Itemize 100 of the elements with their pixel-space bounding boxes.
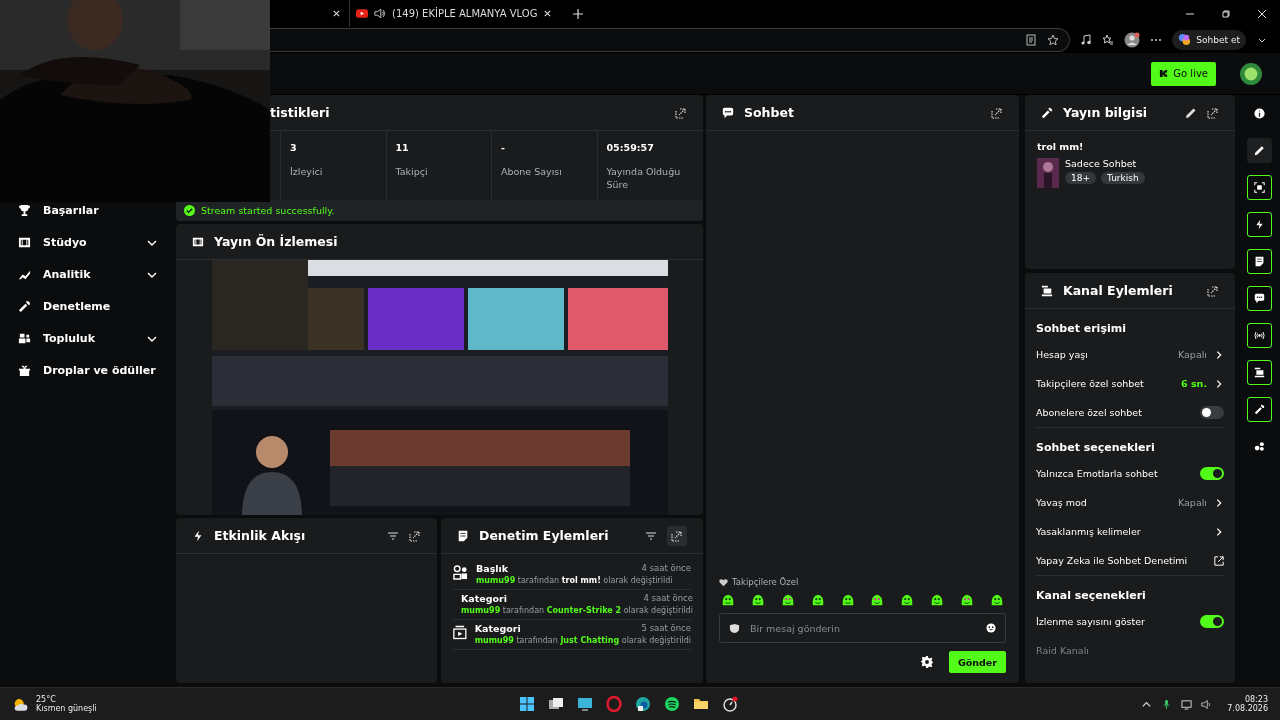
sidebar-item[interactable]: Droplar ve ödüller bbox=[0, 363, 176, 379]
reader-icon[interactable] bbox=[1025, 33, 1038, 46]
chat-icon bbox=[1253, 293, 1265, 305]
popout-icon[interactable] bbox=[667, 525, 687, 546]
external-link-icon[interactable] bbox=[1214, 555, 1224, 566]
filter-icon[interactable] bbox=[645, 529, 657, 542]
favorites-icon[interactable] bbox=[1102, 33, 1115, 46]
setting-label[interactable]: Yalnızca Emotlarla sohbet bbox=[1036, 468, 1193, 480]
copilot-icon bbox=[1178, 33, 1192, 47]
sidebar-item[interactable]: Topluluk bbox=[0, 331, 176, 347]
chat-button[interactable] bbox=[1246, 286, 1272, 312]
k-logo-icon bbox=[1159, 69, 1169, 78]
chevron-right-icon[interactable] bbox=[1214, 378, 1224, 389]
setting-label[interactable]: İzlenme sayısını göster bbox=[1036, 616, 1193, 628]
channel-button[interactable] bbox=[1246, 360, 1272, 386]
avatar[interactable] bbox=[1240, 62, 1262, 85]
sidebar-item[interactable]: Başarılar bbox=[0, 203, 176, 219]
new-tab-icon[interactable] bbox=[572, 7, 585, 20]
section-heading: Kanal seçenekleri bbox=[1036, 587, 1147, 604]
emote-icon[interactable] bbox=[721, 593, 735, 608]
pencil-button[interactable] bbox=[1246, 138, 1272, 164]
bolt-button[interactable] bbox=[1246, 212, 1272, 238]
popout-icon[interactable] bbox=[675, 106, 687, 119]
person-card-icon bbox=[453, 565, 468, 581]
restore-icon[interactable] bbox=[1221, 8, 1231, 19]
pencil-icon[interactable] bbox=[1185, 106, 1197, 119]
speaker-icon[interactable] bbox=[1201, 698, 1213, 710]
speaker-icon[interactable] bbox=[374, 8, 386, 19]
note-icon bbox=[1253, 256, 1265, 268]
sidebar-item[interactable]: Denetleme bbox=[0, 299, 176, 315]
emote-icon[interactable] bbox=[840, 593, 855, 608]
setting-label[interactable]: Yapay Zeka ile Sohbet Denetimi bbox=[1036, 555, 1207, 567]
stat-label: Takipçi bbox=[395, 165, 429, 179]
message-field[interactable]: Bir mesaj gönderin bbox=[719, 613, 1006, 644]
setting-label[interactable]: Yavaş mod bbox=[1036, 497, 1171, 509]
clock-date[interactable]: 7.08.2026 bbox=[1227, 704, 1268, 714]
note-button[interactable] bbox=[1246, 249, 1272, 275]
close-icon[interactable] bbox=[1257, 8, 1267, 19]
emote-icon[interactable] bbox=[870, 593, 885, 608]
sidebar-item[interactable]: Stüdyo bbox=[0, 235, 176, 251]
copilot-button[interactable]: Sohbet et bbox=[1172, 29, 1246, 50]
setting-label[interactable]: Yasaklanmış kelimeler bbox=[1036, 526, 1207, 538]
profile-icon[interactable] bbox=[1124, 31, 1141, 48]
wrench-button[interactable] bbox=[1246, 397, 1272, 423]
network-icon[interactable] bbox=[1181, 698, 1193, 710]
gauge-icon[interactable] bbox=[721, 696, 738, 713]
emote-icon[interactable] bbox=[780, 593, 795, 608]
star-icon[interactable] bbox=[1047, 33, 1060, 46]
popout-icon[interactable] bbox=[991, 106, 1003, 119]
popout-icon[interactable] bbox=[1207, 284, 1219, 297]
setting-label[interactable]: Abonelere özel sohbet bbox=[1036, 407, 1193, 419]
go-live-button[interactable]: Go live bbox=[1151, 61, 1216, 86]
filter-icon[interactable] bbox=[387, 529, 399, 542]
emote-icon[interactable] bbox=[960, 593, 974, 608]
emote-icon[interactable] bbox=[989, 593, 1004, 608]
broadcast-icon bbox=[1253, 330, 1265, 342]
chevron-right-icon[interactable] bbox=[1214, 526, 1224, 537]
entry-time: 5 saat önce bbox=[641, 623, 691, 635]
chart-icon bbox=[18, 268, 31, 282]
chevron-right-icon[interactable] bbox=[1214, 497, 1224, 508]
broadcast-button[interactable] bbox=[1246, 323, 1272, 349]
emote-icon[interactable] bbox=[900, 593, 915, 608]
stream-title: trol mm! bbox=[1037, 141, 1085, 153]
edge-icon[interactable] bbox=[634, 696, 651, 713]
setting-label[interactable]: Takipçilere özel sohbet bbox=[1036, 378, 1175, 390]
wrench-icon bbox=[1041, 106, 1053, 119]
sidebar-item[interactable]: Analitik bbox=[0, 267, 176, 283]
spotify-icon[interactable] bbox=[663, 696, 680, 713]
trophy-icon bbox=[18, 204, 31, 218]
shield-icon bbox=[729, 622, 740, 634]
toggle-switch[interactable] bbox=[1200, 406, 1224, 420]
toggle-switch[interactable] bbox=[1200, 467, 1224, 481]
message-input[interactable]: Bir mesaj gönderin bbox=[748, 621, 978, 635]
settings-icon[interactable] bbox=[920, 656, 933, 669]
wrench-icon bbox=[18, 300, 31, 314]
opera-icon[interactable] bbox=[605, 696, 622, 713]
emote-icon[interactable] bbox=[810, 593, 825, 608]
monitor-icon[interactable] bbox=[576, 696, 593, 713]
entry-time: 4 saat önce bbox=[641, 563, 691, 575]
windows-icon[interactable] bbox=[518, 696, 535, 713]
channel-icon bbox=[1041, 284, 1053, 297]
emote-icon[interactable] bbox=[750, 593, 765, 608]
weather-icon[interactable] bbox=[12, 696, 30, 712]
send-button[interactable]: Gönder bbox=[948, 651, 1006, 674]
clock-time[interactable]: 08:23 bbox=[1244, 695, 1268, 705]
emote-icon[interactable] bbox=[930, 593, 945, 608]
chevron-right-icon[interactable] bbox=[1214, 349, 1224, 360]
popout-icon[interactable] bbox=[409, 529, 421, 542]
setting-label[interactable]: Hesap yaşı bbox=[1036, 349, 1171, 361]
close-icon[interactable] bbox=[332, 9, 341, 18]
section-heading: Sohbet seçenekleri bbox=[1036, 439, 1156, 456]
music-icon[interactable] bbox=[1080, 33, 1093, 46]
toggle-switch[interactable] bbox=[1200, 615, 1224, 629]
capture-button[interactable] bbox=[1246, 175, 1272, 201]
category-thumbnail bbox=[1037, 158, 1059, 189]
entry-time: 4 saat önce bbox=[643, 593, 693, 605]
people-icon bbox=[18, 332, 31, 346]
popout-icon[interactable] bbox=[1207, 106, 1219, 119]
close-icon[interactable] bbox=[543, 9, 553, 18]
emoji-icon[interactable] bbox=[986, 623, 996, 634]
